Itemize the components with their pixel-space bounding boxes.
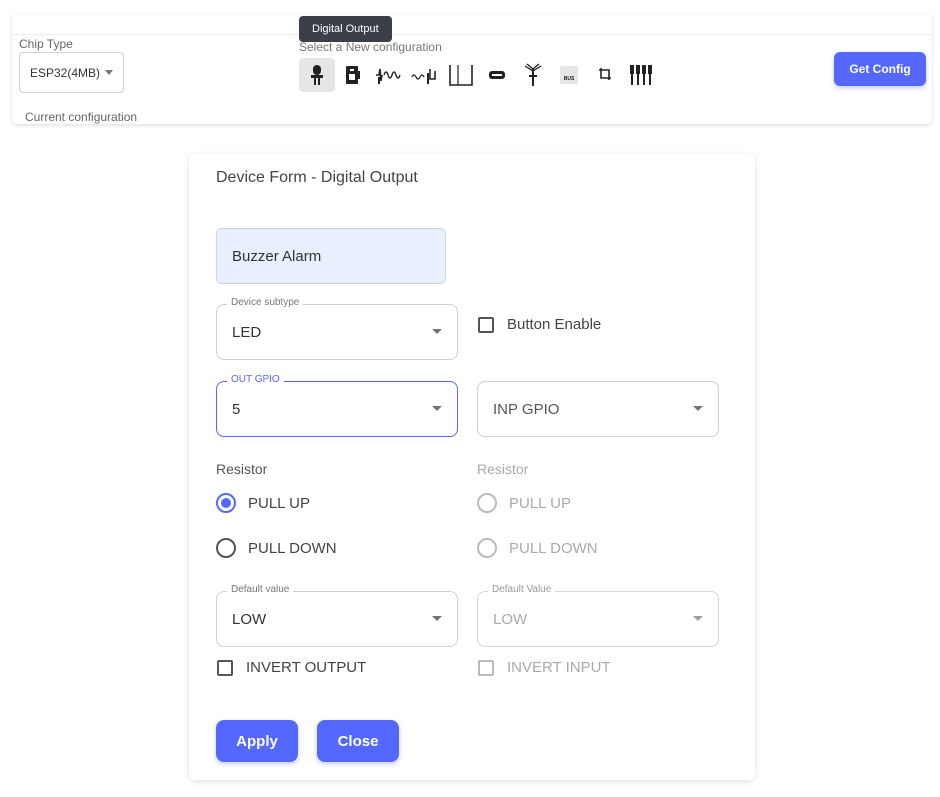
pulse-icon[interactable]	[443, 58, 479, 92]
configuration-toolbar: Chip Type ESP32(4MB) Current configurati…	[12, 14, 932, 124]
default-value-select[interactable]: Default value LOW	[216, 584, 458, 647]
relay-module-icon[interactable]	[335, 58, 371, 92]
chevron-down-icon	[432, 616, 442, 621]
out-gpio-value: 5	[232, 400, 241, 418]
invert-input-label: INVERT INPUT	[507, 659, 611, 676]
new-configuration-label: Select a New configuration	[299, 40, 442, 54]
invert-input-checkbox[interactable]: INVERT INPUT	[478, 659, 611, 676]
input-default-value-select[interactable]: Default Value LOW	[477, 584, 719, 647]
button-enable-checkbox[interactable]: Button Enable	[478, 316, 601, 333]
input-default-value-value: LOW	[493, 610, 528, 628]
input-pull-up-label: PULL UP	[509, 494, 571, 512]
form-title: Device Form - Digital Output	[216, 169, 418, 186]
input-pull-down-radio[interactable]: PULL DOWN	[477, 538, 598, 558]
configuration-icon-list: BUS	[299, 58, 659, 92]
resistor-label-input: Resistor	[477, 461, 529, 477]
analog-wave-icon[interactable]	[371, 58, 407, 92]
default-value-value: LOW	[232, 610, 267, 628]
multi-pin-icon[interactable]	[623, 58, 659, 92]
invert-output-checkbox[interactable]: INVERT OUTPUT	[217, 659, 366, 676]
chevron-down-icon	[432, 329, 442, 334]
pull-up-radio[interactable]: PULL UP	[216, 493, 310, 513]
input-default-value-label: Default Value	[488, 584, 556, 595]
resistor-label: Resistor	[216, 461, 268, 477]
input-pull-down-label: PULL DOWN	[509, 539, 598, 557]
button-enable-label: Button Enable	[507, 316, 602, 333]
radio-unchecked-icon	[216, 538, 236, 558]
pull-down-label: PULL DOWN	[248, 539, 337, 557]
input-pull-up-radio[interactable]: PULL UP	[477, 493, 571, 513]
divider	[12, 34, 932, 35]
device-form-card: Device Form - Digital Output Buzzer Alar…	[189, 154, 755, 780]
bus-module-icon[interactable]: BUS	[551, 58, 587, 92]
close-button[interactable]: Close	[317, 720, 399, 762]
get-config-button[interactable]: Get Config	[834, 52, 926, 86]
default-value-label: Default value	[227, 584, 294, 595]
chevron-down-icon	[693, 616, 703, 621]
device-subtype-select[interactable]: Device subtype LED	[216, 297, 458, 360]
chip-type-value: ESP32(4MB)	[30, 65, 101, 80]
current-configuration-label: Current configuration	[25, 110, 138, 124]
antenna-icon[interactable]	[515, 58, 551, 92]
radio-unchecked-icon	[477, 538, 497, 558]
chip-type-select[interactable]: ESP32(4MB)	[19, 52, 124, 93]
tooltip: Digital Output	[299, 16, 392, 42]
chip-type-label: Chip Type	[19, 37, 73, 51]
chevron-down-icon	[432, 406, 442, 411]
out-gpio-select[interactable]: OUT GPIO 5	[216, 374, 458, 437]
pull-down-radio[interactable]: PULL DOWN	[216, 538, 337, 558]
invert-output-label: INVERT OUTPUT	[246, 659, 367, 676]
checkbox-icon	[217, 659, 233, 676]
inp-gpio-select[interactable]: INP GPIO	[477, 381, 719, 437]
radio-unchecked-icon	[477, 493, 497, 513]
device-subtype-label: Device subtype	[227, 297, 304, 308]
out-gpio-label: OUT GPIO	[227, 374, 284, 385]
device-subtype-value: LED	[232, 323, 262, 341]
device-name-input[interactable]: Buzzer Alarm	[216, 228, 446, 284]
bus-icon-text: BUS	[564, 76, 575, 82]
pwm-wave-icon[interactable]	[407, 58, 443, 92]
chevron-down-icon	[693, 406, 703, 411]
apply-button[interactable]: Apply	[216, 720, 298, 762]
pull-up-label: PULL UP	[248, 494, 310, 512]
digital-output-icon[interactable]	[299, 58, 335, 92]
checkbox-icon	[478, 659, 494, 676]
inp-gpio-placeholder: INP GPIO	[493, 400, 560, 418]
radio-checked-icon	[216, 493, 236, 513]
i2c-connection-icon[interactable]	[587, 58, 623, 92]
ir-sensor-icon[interactable]	[479, 58, 515, 92]
checkbox-icon	[478, 316, 494, 333]
chevron-down-icon	[105, 70, 113, 75]
